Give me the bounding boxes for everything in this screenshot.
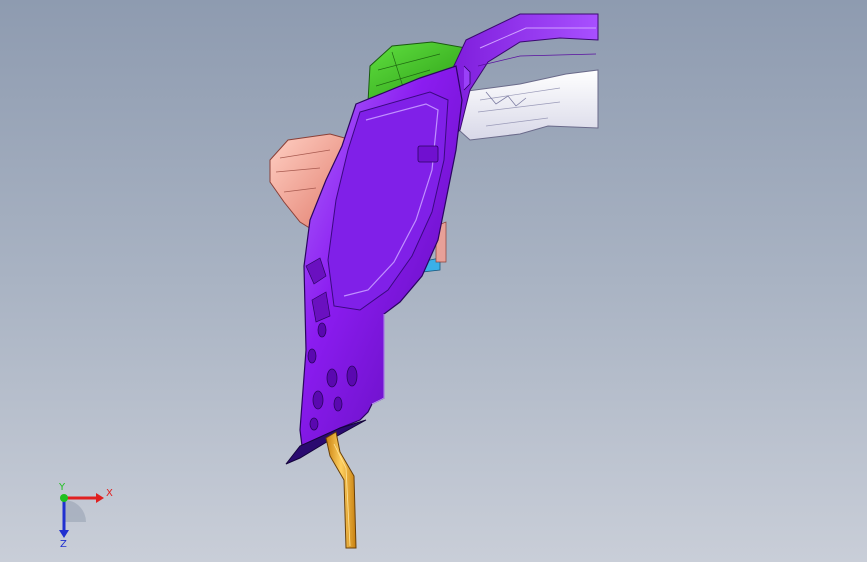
y-axis-label: Y [58,482,66,493]
x-axis-label: X [106,488,113,499]
cad-model[interactable] [0,0,867,562]
z-axis-arrowhead [59,530,69,538]
y-axis-dot [60,494,68,502]
yellow-pin-part[interactable] [325,431,357,549]
z-axis-label: Z [60,539,67,548]
graphics-viewport[interactable]: X Y Z [0,0,867,562]
x-axis-arrowhead [96,493,104,503]
coordinate-triad: X Y Z [40,476,120,550]
